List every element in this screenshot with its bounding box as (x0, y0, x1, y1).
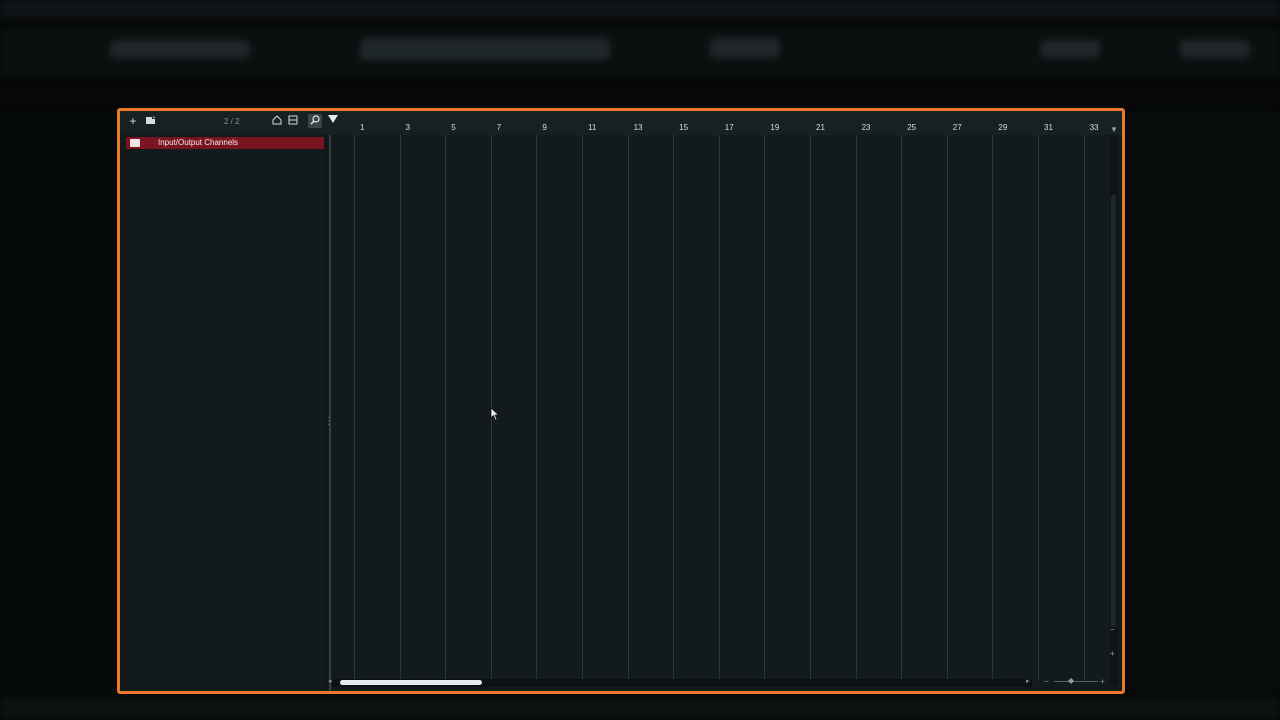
track-list: Input/Output Channels ⋮ ▾ ⚙ (120, 135, 334, 691)
horizontal-scroll-thumb[interactable] (340, 680, 482, 685)
ruler-bar-1: 1 (360, 123, 365, 132)
ruler-bar-27: 27 (952, 123, 962, 132)
ruler-bar-9: 9 (542, 123, 547, 132)
vertical-scroll-thumb[interactable] (1111, 195, 1116, 627)
ruler-bar-33: 33 (1089, 123, 1099, 132)
grid-line-bar-5 (445, 135, 447, 681)
add-track-button[interactable]: + (126, 114, 140, 128)
ruler-bar-15: 15 (679, 123, 689, 132)
visible-track-count: 2 / 2 (224, 117, 240, 126)
grid-line-bar-1 (354, 135, 355, 681)
ruler-bar-7: 7 (496, 123, 502, 132)
grid-line-bar-15 (673, 135, 675, 681)
search-icon (310, 115, 320, 125)
inspector-panel (0, 112, 116, 692)
timeline-ruler[interactable]: 1 3 5 7 9 11 13 15 17 19 21 23 25 27 29 31 33 (332, 117, 1112, 133)
horizontal-zoom-out-icon[interactable]: − (1044, 677, 1049, 686)
ruler-bar-21: 21 (816, 123, 825, 132)
grid-line-bar-27 (946, 135, 948, 681)
ruler-bar-13: 13 (633, 123, 643, 132)
search-button[interactable] (308, 114, 322, 128)
ruler-bar-19: 19 (770, 123, 780, 132)
grid-line-bar-3 (399, 135, 401, 681)
ruler-bar-17: 17 (724, 123, 734, 132)
menu-bar (0, 0, 1280, 18)
track-row-input-output-channels[interactable]: Input/Output Channels (126, 137, 324, 149)
add-group-button[interactable]: + (144, 114, 158, 128)
horizontal-scrollbar[interactable]: ◂ ▸ (328, 677, 1032, 687)
vertical-scrollbar[interactable]: ▼ − + (1110, 125, 1118, 685)
ruler-bar-5: 5 (451, 123, 456, 132)
ruler-bar-3: 3 (405, 123, 411, 132)
scroll-right-icon[interactable]: ▸ (1026, 677, 1030, 685)
scroll-left-icon[interactable]: ◂ (328, 677, 332, 685)
ruler-bar-23: 23 (861, 123, 871, 132)
plus-icon: + (129, 114, 137, 128)
horizontal-zoom-slider[interactable] (1054, 681, 1098, 682)
vertical-zoom-in-icon[interactable]: + (1110, 649, 1115, 658)
transport-toolbar (0, 28, 1280, 78)
grid-line-bar-31 (1038, 135, 1039, 681)
zoom-menu-icon[interactable]: ▼ (1110, 125, 1118, 134)
home-icon (272, 115, 282, 125)
project-window: + + 2 / 2 Input/Output Channels ⋮ ▾ ⚙ 13… (117, 108, 1125, 694)
grid-line-bar-19 (764, 135, 766, 681)
grid-line-bar-25 (901, 135, 903, 681)
grid-line-bar-9 (536, 135, 538, 681)
track-list-divider[interactable] (329, 135, 331, 691)
grid-line-bar-21 (810, 135, 811, 681)
ruler-bar-11: 11 (588, 123, 597, 132)
add-group-icon: + (146, 115, 156, 124)
grid-line-bar-29 (992, 135, 994, 681)
list-icon (288, 115, 298, 125)
right-zone-panel (1128, 112, 1280, 692)
ruler-bar-31: 31 (1044, 123, 1053, 132)
horizontal-zoom-in-icon[interactable]: + (1100, 677, 1105, 686)
list-view-button[interactable] (286, 114, 300, 128)
grid-line-bar-33 (1083, 135, 1085, 681)
folder-icon (130, 139, 140, 147)
home-button[interactable] (270, 114, 284, 128)
zoom-slider-handle-icon[interactable]: ◆ (1068, 676, 1074, 685)
mouse-pointer-icon (490, 407, 500, 421)
svg-text:+: + (153, 115, 156, 121)
grid-line-bar-11 (582, 135, 583, 681)
event-display-grid[interactable] (332, 135, 1112, 681)
vertical-zoom-out-icon[interactable]: − (1110, 625, 1115, 634)
grid-line-bar-23 (855, 135, 857, 681)
ruler-bar-29: 29 (998, 123, 1008, 132)
status-bar (0, 696, 1280, 720)
grid-line-bar-13 (627, 135, 629, 681)
grid-line-bar-17 (718, 135, 720, 681)
track-name: Input/Output Channels (158, 138, 239, 147)
ruler-bar-25: 25 (907, 123, 917, 132)
track-list-resize-handle[interactable]: ⋮ (324, 417, 334, 433)
